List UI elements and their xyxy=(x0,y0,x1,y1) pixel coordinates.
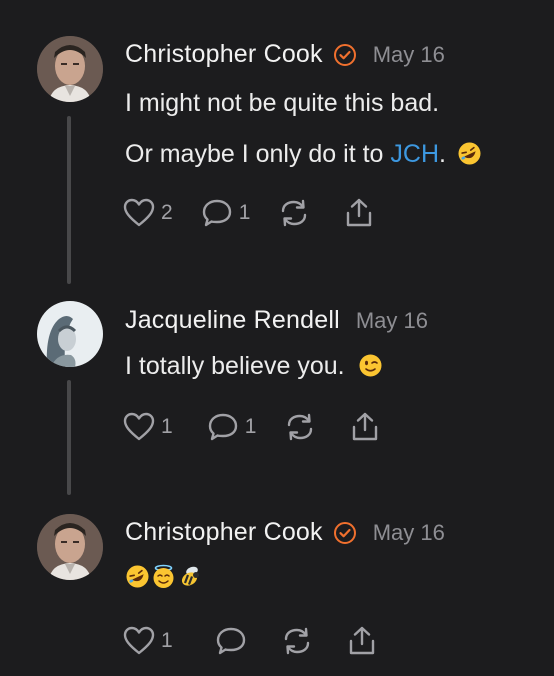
thread-line xyxy=(67,116,71,284)
share-icon xyxy=(353,412,378,441)
author-name[interactable]: Christopher Cook xyxy=(125,40,323,69)
post-text-prefix: Or maybe I only do it to xyxy=(125,140,391,168)
share-button[interactable] xyxy=(347,625,377,657)
repost-button[interactable] xyxy=(284,412,316,442)
honeybee-icon xyxy=(177,564,202,589)
reply-button[interactable] xyxy=(215,626,247,656)
share-button[interactable] xyxy=(344,197,374,229)
heart-icon xyxy=(123,412,155,441)
post-1: Christopher Cook May 16 I might not be q… xyxy=(0,0,554,290)
verified-badge-icon xyxy=(333,521,357,545)
mention-link[interactable]: JCH xyxy=(390,140,439,168)
share-icon xyxy=(349,626,374,655)
comment-icon xyxy=(202,199,231,227)
repost-icon xyxy=(282,199,307,227)
like-count: 1 xyxy=(161,415,173,438)
repost-button[interactable] xyxy=(278,198,310,228)
post-3: Christopher Cook May 16 1 xyxy=(0,500,554,676)
share-icon xyxy=(347,198,372,227)
like-count: 1 xyxy=(161,629,173,652)
post-text-line-2: Or maybe I only do it to JCH. xyxy=(125,139,482,169)
rolling-on-floor-laughing-icon xyxy=(125,564,150,589)
post-actions: 1 xyxy=(123,624,377,658)
heart-icon xyxy=(123,198,155,227)
post-date[interactable]: May 16 xyxy=(373,42,445,68)
reply-count: 1 xyxy=(238,201,251,224)
heart-icon xyxy=(123,626,155,655)
like-count: 2 xyxy=(161,201,173,224)
post-actions: 2 1 xyxy=(123,196,374,230)
repost-icon xyxy=(288,413,313,441)
avatar-christopher-cook[interactable] xyxy=(37,36,103,102)
post-2: Jacqueline Rendell May 16 I totally beli… xyxy=(0,290,554,500)
post-header: Christopher Cook May 16 xyxy=(125,40,445,69)
comment-icon xyxy=(208,413,237,441)
smiling-face-with-halo-icon xyxy=(151,564,176,589)
repost-button[interactable] xyxy=(281,626,313,656)
like-button[interactable]: 1 xyxy=(123,412,173,442)
like-button[interactable]: 2 xyxy=(123,198,173,228)
author-name[interactable]: Jacqueline Rendell xyxy=(125,306,340,335)
post-date[interactable]: May 16 xyxy=(356,308,428,334)
post-header: Jacqueline Rendell May 16 xyxy=(125,306,428,335)
post-text-suffix: . xyxy=(439,140,446,168)
repost-icon xyxy=(284,627,309,655)
post-date[interactable]: May 16 xyxy=(373,520,445,546)
author-name[interactable]: Christopher Cook xyxy=(125,518,323,547)
reply-button[interactable]: 1 xyxy=(201,198,251,228)
avatar-christopher-cook[interactable] xyxy=(37,514,103,580)
post-text-line-1: I might not be quite this bad. xyxy=(125,89,440,117)
post-actions: 1 1 xyxy=(123,410,380,444)
thread-line xyxy=(67,380,71,495)
reply-count: 1 xyxy=(244,415,257,438)
comment-icon xyxy=(216,627,245,655)
post-emoji-line xyxy=(125,562,202,592)
rolling-on-floor-laughing-icon xyxy=(457,141,482,166)
avatar-jacqueline-rendell[interactable] xyxy=(37,301,103,367)
reply-button[interactable]: 1 xyxy=(207,412,257,442)
post-text-line-1: I totally believe you. xyxy=(125,351,383,381)
winking-face-icon xyxy=(358,353,383,378)
like-button[interactable]: 1 xyxy=(123,626,173,656)
share-button[interactable] xyxy=(350,411,380,443)
verified-badge-icon xyxy=(333,43,357,67)
post-header: Christopher Cook May 16 xyxy=(125,518,445,547)
post-text: I totally believe you. xyxy=(125,352,345,380)
